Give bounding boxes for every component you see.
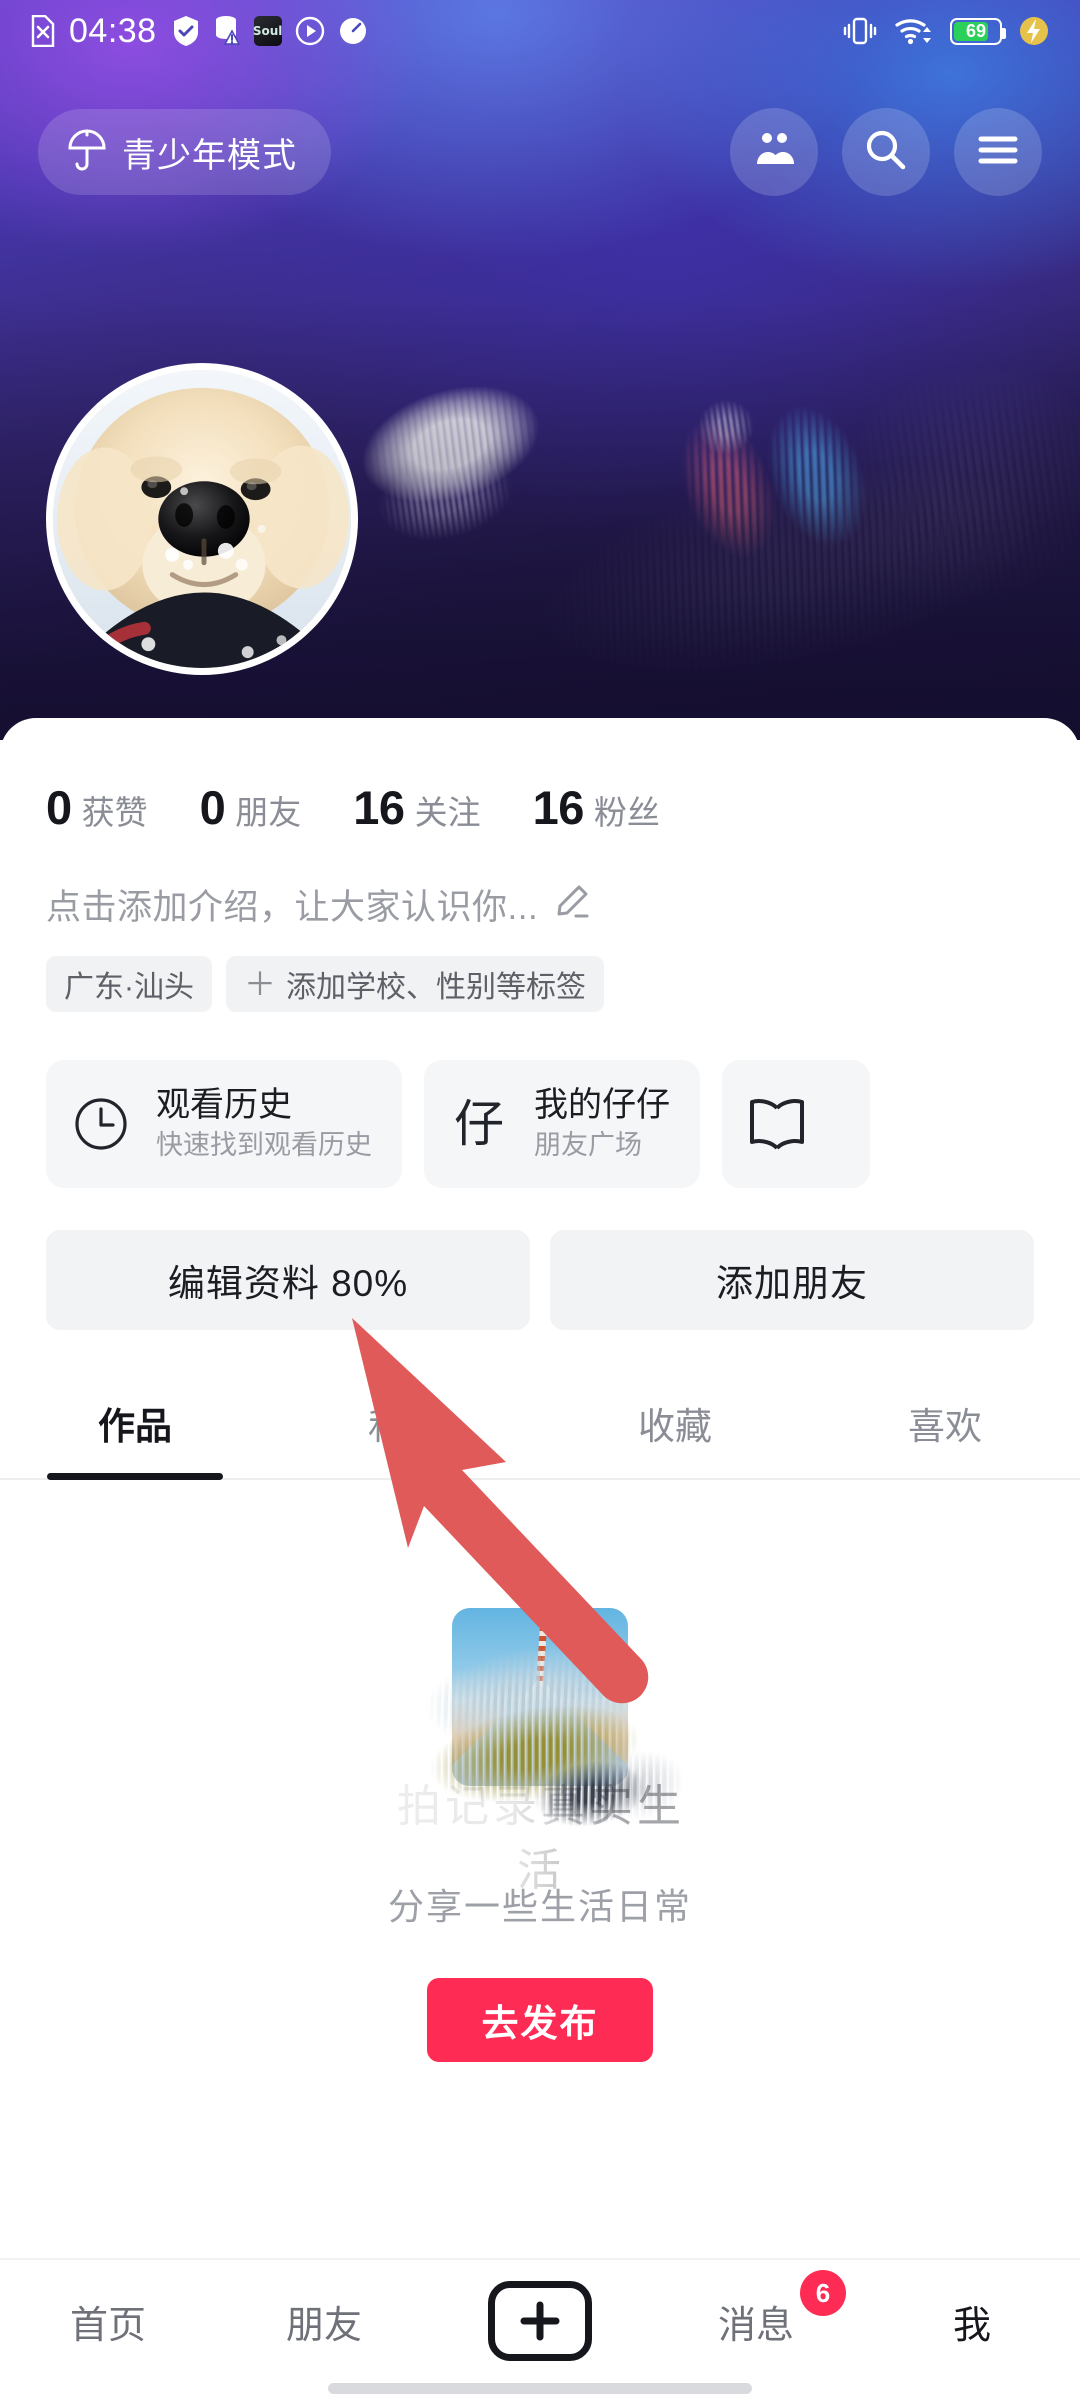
phone-screen: 04:38 Soul 69 青少年模式 0 获赞 0 朋友 16 关注 16 粉… [0,0,1080,2408]
card-bookmarks[interactable] [722,1060,870,1188]
add-friend-button[interactable]: 添加朋友 [550,1230,1034,1330]
stat-followers[interactable]: 16 粉丝 [533,780,660,835]
stat-value: 0 [46,781,72,834]
search-icon [863,127,909,178]
battery-percent-label: 69 [965,21,987,41]
stat-following[interactable]: 16 关注 [353,780,480,835]
stat-friends[interactable]: 0 朋友 [200,780,302,835]
empty-state-illustration: 拍记录真实生活 [390,1602,703,1895]
battery-icon: 69 [950,17,1006,45]
nav-item-create[interactable] [432,2281,648,2361]
status-bar: 04:38 Soul 69 [0,0,1080,62]
menu-button[interactable] [954,108,1042,196]
tab-works[interactable]: 作品 [0,1386,270,1478]
tag-add[interactable]: ＋ 添加学校、性别等标签 [226,956,605,1012]
bio-placeholder: 点击添加介绍，让大家认识你... [46,888,539,927]
nav-item-messages[interactable]: 消息 6 [648,2270,864,2360]
status-bar-left: 04:38 Soul [30,14,368,48]
fast-charge-icon [1018,15,1050,47]
profile-stats: 0 获赞 0 朋友 16 关注 16 粉丝 [0,718,1080,835]
top-app-bar: 青少年模式 [0,104,1080,200]
status-bar-right: 69 [842,15,1050,47]
card-subtitle: 朋友广场 [534,1129,642,1160]
status-bar-clock: 04:38 [69,12,157,50]
teen-mode-label: 青少年模式 [122,136,297,175]
teen-mode-button[interactable]: 青少年模式 [38,109,331,195]
umbrella-icon [66,128,108,177]
card-watch-history[interactable]: 观看历史 快速找到观看历史 [46,1060,402,1188]
shield-check-icon [172,15,200,47]
artwork-text: 拍记录真实生活 [397,1782,685,1895]
tag-location[interactable]: 广东·汕头 [46,956,212,1012]
card-subtitle: 快速找到观看历史 [156,1129,372,1160]
profile-tags: 广东·汕头 ＋ 添加学校、性别等标签 [0,930,1080,1012]
avatar-image [53,370,351,668]
stat-likes[interactable]: 0 获赞 [46,780,148,835]
friends-button[interactable] [730,108,818,196]
menu-icon [976,134,1020,171]
clock-icon [68,1091,134,1157]
stat-label: 朋友 [235,794,302,831]
top-bar-actions [730,108,1042,196]
nav-item-home[interactable]: 首页 [0,2282,216,2360]
play-circle-icon [295,16,325,46]
plus-icon [488,2281,592,2361]
speedometer-icon [338,16,368,46]
card-text: 观看历史 快速找到观看历史 [156,1087,372,1160]
tag-label: 广东·汕头 [64,971,194,1004]
message-badge: 6 [800,2270,846,2316]
tab-favorites[interactable]: 收藏 [540,1386,810,1478]
card-my-zaizai[interactable]: 仔 我的仔仔 朋友广场 [424,1060,700,1188]
vibrate-icon [842,16,878,46]
pencil-icon[interactable] [552,882,592,927]
nav-item-profile[interactable]: 我 [864,2282,1080,2360]
bio-row[interactable]: 点击添加介绍，让大家认识你... [0,835,1080,930]
nav-item-label: 消息 [717,2304,794,2347]
edit-profile-button[interactable]: 编辑资料 80% [46,1230,530,1330]
quick-access-cards: 观看历史 快速找到观看历史 仔 我的仔仔 朋友广场 [0,1012,1080,1188]
bottom-navigation: 首页 朋友 消息 6 我 [0,2258,1080,2408]
tab-private[interactable]: 私密 [270,1386,540,1478]
avatar[interactable] [46,363,358,675]
profile-tabs: 作品 私密 收藏 喜欢 [0,1386,1080,1480]
stat-label: 关注 [414,794,481,831]
database-warning-icon [213,15,241,47]
golden-retriever-puppy-avatar [53,370,351,668]
stat-value: 16 [353,781,405,834]
profile-content-sheet: 0 获赞 0 朋友 16 关注 16 粉丝 点击添加介绍，让大家认识你... 广… [0,718,1080,2408]
stat-value: 0 [199,781,226,834]
no-sim-icon [30,15,56,47]
publish-button[interactable]: 去发布 [427,1978,653,2062]
stat-label: 粉丝 [593,794,660,831]
book-icon [744,1091,810,1157]
nav-item-friends[interactable]: 朋友 [216,2282,432,2360]
search-button[interactable] [842,108,930,196]
zaizai-icon: 仔 [446,1091,512,1157]
empty-state: 拍记录真实生活 分享一些生活日常 去发布 [0,1480,1080,2062]
profile-action-buttons: 编辑资料 80% 添加朋友 [0,1188,1080,1330]
card-title: 观看历史 [156,1086,292,1125]
soul-app-icon: Soul [253,16,282,46]
plus-icon: ＋ [244,966,277,1002]
card-text: 我的仔仔 朋友广场 [534,1087,670,1160]
tag-label: 添加学校、性别等标签 [286,971,587,1004]
zaizai-glyph: 仔 [454,1096,504,1152]
home-indicator [328,2383,752,2394]
stat-label: 获赞 [81,794,148,831]
tab-likes[interactable]: 喜欢 [810,1386,1080,1478]
stat-value: 16 [532,781,585,834]
friends-icon [750,128,798,177]
wifi-icon [894,15,934,47]
card-title: 我的仔仔 [534,1086,670,1125]
